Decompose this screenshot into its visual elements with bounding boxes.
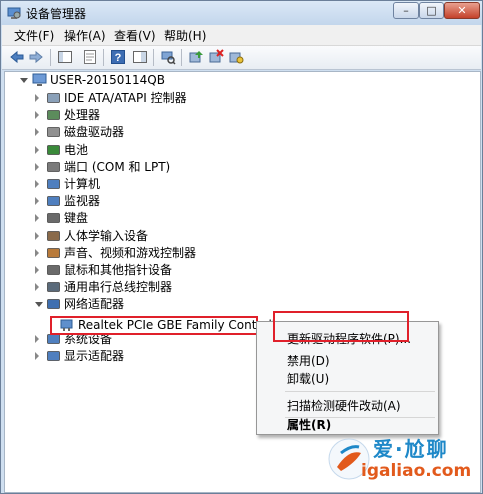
- expand-arrow-icon[interactable]: [35, 128, 39, 137]
- disable-icon[interactable]: [208, 49, 224, 65]
- expand-arrow-icon[interactable]: [35, 231, 39, 240]
- tree-category-label: 显示适配器: [64, 349, 125, 363]
- tree-category-label: 电池: [64, 142, 89, 157]
- sound-icon: [47, 247, 60, 258]
- maximize-button[interactable]: □: [419, 2, 444, 19]
- network-adapter-icon: [60, 319, 73, 331]
- toolbar-separator: [50, 49, 51, 66]
- tree-category-label: 处理器: [64, 108, 101, 123]
- tree-category-label: 计算机: [64, 177, 101, 191]
- tree-item-label: Realtek PCIe GBE Family Controlle: [78, 318, 283, 332]
- watermark-text: 爱·尬聊: [373, 437, 449, 461]
- battery-icon: [47, 144, 60, 155]
- collapse-arrow-icon[interactable]: [20, 78, 28, 83]
- menu-file[interactable]: 文件(F): [14, 27, 54, 44]
- network-icon: [47, 299, 60, 310]
- uninstall-icon[interactable]: [228, 49, 244, 65]
- device-manager-app-icon: [7, 7, 21, 19]
- update-driver-highlight-box: [273, 311, 409, 342]
- computer-icon: [32, 73, 47, 86]
- back-icon[interactable]: [9, 49, 25, 65]
- ide-controller-icon: [47, 93, 60, 103]
- device-manager-window: 设备管理器 – □ ✕ 文件(F) 操作(A) 查看(V) 帮助(H) ? US…: [0, 0, 483, 494]
- monitor-icon: [47, 196, 60, 207]
- expand-arrow-icon[interactable]: [35, 266, 39, 274]
- tree-category-label: 端口 (COM 和 LPT): [64, 159, 171, 174]
- expand-arrow-icon[interactable]: [35, 334, 39, 343]
- keyboard-icon: [47, 213, 60, 224]
- usb-icon: [47, 282, 60, 293]
- close-button[interactable]: ✕: [444, 2, 480, 19]
- tree-category-label: IDE ATA/ATAPI 控制器: [64, 91, 187, 105]
- title-bar[interactable]: 设备管理器 – □ ✕: [1, 1, 482, 25]
- menu-view[interactable]: 查看(V): [114, 27, 156, 44]
- disk-drive-icon: [47, 127, 60, 138]
- help-icon[interactable]: ?: [110, 49, 126, 65]
- toolbar-separator: [181, 49, 182, 66]
- ctx-uninstall[interactable]: 卸载(U): [287, 370, 329, 388]
- display-adapter-icon: [47, 351, 60, 361]
- hid-icon: [47, 230, 60, 241]
- ctx-disable[interactable]: 禁用(D): [287, 352, 330, 370]
- toolbar-separator: [103, 49, 104, 66]
- tree-category-label: 人体学输入设备: [64, 228, 149, 243]
- scan-hardware-icon[interactable]: [160, 49, 176, 65]
- computer-icon: [47, 179, 60, 189]
- expand-arrow-icon[interactable]: [35, 145, 39, 154]
- watermark-url: igaliao.com: [361, 461, 472, 481]
- tree-root-label: USER-20150114QB: [50, 73, 165, 87]
- console-tree-icon[interactable]: [57, 49, 73, 65]
- expand-arrow-icon[interactable]: [35, 352, 39, 360]
- port-icon: [47, 161, 60, 172]
- show-hide-icon[interactable]: [132, 49, 148, 65]
- expand-arrow-icon[interactable]: [35, 283, 39, 292]
- menu-bar: 文件(F) 操作(A) 查看(V) 帮助(H): [2, 25, 481, 46]
- expand-arrow-icon[interactable]: [35, 214, 39, 223]
- menu-help[interactable]: 帮助(H): [164, 27, 206, 44]
- tree-category-label: 鼠标和其他指针设备: [64, 263, 173, 277]
- mouse-icon: [47, 265, 60, 275]
- window-title: 设备管理器: [26, 7, 87, 21]
- update-driver-icon[interactable]: [188, 49, 204, 65]
- toolbar: ?: [2, 46, 481, 70]
- tree-category-label: 网络适配器: [64, 297, 125, 312]
- minimize-button[interactable]: –: [393, 2, 419, 19]
- expand-arrow-icon[interactable]: [35, 111, 39, 120]
- tree-category-label: 通用串行总线控制器: [64, 280, 173, 295]
- tree-category-label: 声音、视频和游戏控制器: [64, 245, 197, 260]
- tree-category-label: 键盘: [64, 211, 89, 226]
- properties-icon[interactable]: [82, 49, 98, 65]
- expand-arrow-icon[interactable]: [35, 94, 39, 102]
- ctx-separator: [285, 391, 435, 392]
- expand-arrow-icon[interactable]: [35, 197, 39, 206]
- tree-category-label: 磁盘驱动器: [64, 125, 125, 140]
- ctx-scan-hardware[interactable]: 扫描检测硬件改动(A): [287, 397, 401, 415]
- toolbar-separator: [153, 49, 154, 66]
- tree-category-label: 监视器: [64, 194, 101, 209]
- collapse-arrow-icon[interactable]: [35, 302, 43, 308]
- processor-icon: [47, 110, 60, 121]
- expand-arrow-icon[interactable]: [35, 180, 39, 188]
- forward-icon[interactable]: [28, 49, 44, 65]
- expand-arrow-icon[interactable]: [35, 162, 39, 171]
- expand-arrow-icon[interactable]: [35, 248, 39, 257]
- menu-action[interactable]: 操作(A): [64, 27, 106, 44]
- svg-text:?: ?: [115, 52, 122, 64]
